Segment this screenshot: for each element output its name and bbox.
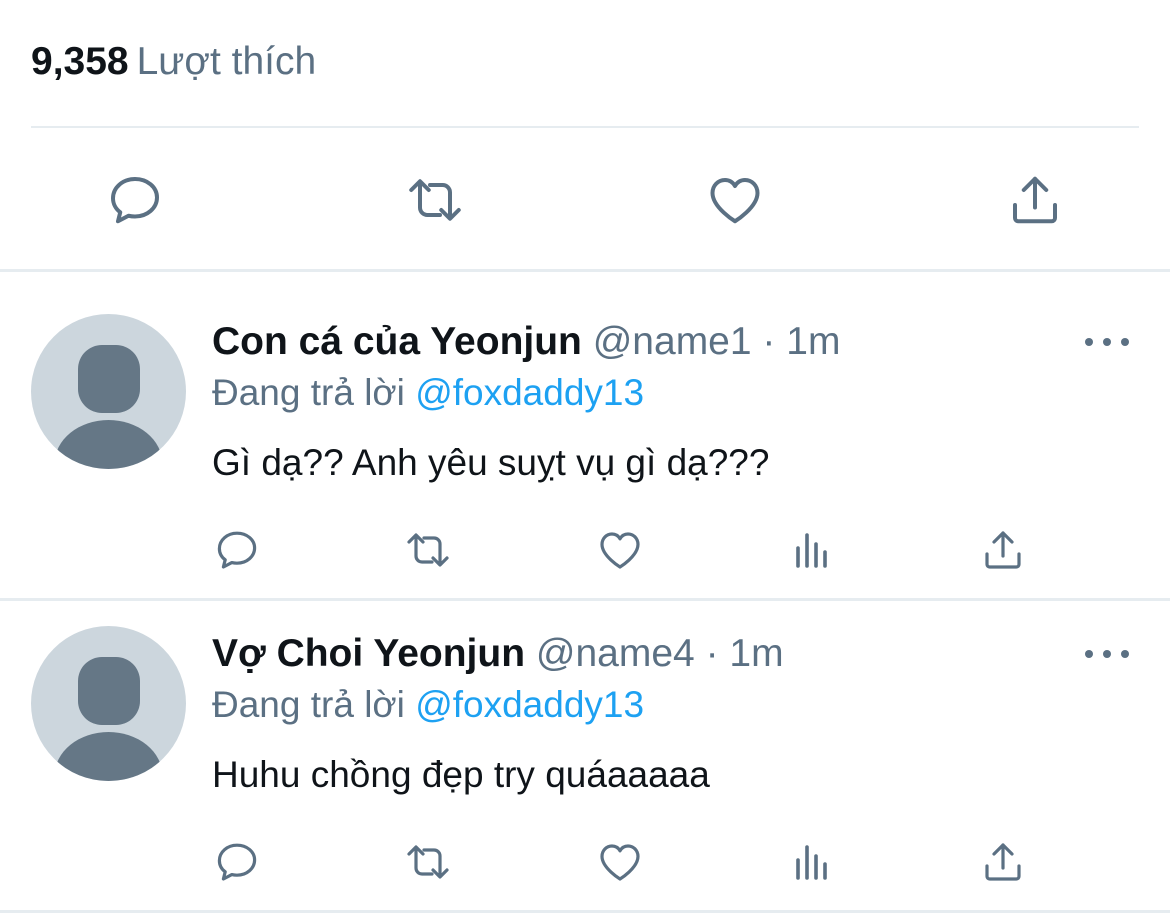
dot bbox=[1085, 650, 1093, 658]
default-profile-icon bbox=[54, 657, 163, 781]
like-icon bbox=[710, 178, 760, 224]
dot bbox=[1121, 338, 1129, 346]
display-name[interactable]: Con cá của Yeonjun bbox=[212, 320, 582, 363]
replying-to: Đang trả lời @foxdaddy13 bbox=[212, 682, 644, 728]
tweet-action-bar bbox=[0, 168, 1170, 232]
replying-to-handle[interactable]: @foxdaddy13 bbox=[415, 372, 644, 413]
share-button[interactable] bbox=[1003, 168, 1067, 232]
reply-icon bbox=[217, 843, 257, 881]
dot bbox=[1103, 338, 1111, 346]
divider bbox=[31, 126, 1139, 128]
display-name[interactable]: Vợ Choi Yeonjun bbox=[212, 632, 525, 675]
like-button[interactable] bbox=[703, 168, 767, 232]
analytics-button[interactable] bbox=[786, 524, 838, 576]
analytics-icon bbox=[796, 533, 827, 568]
reply-button[interactable] bbox=[103, 168, 167, 232]
replying-label: Đang trả lời bbox=[212, 372, 405, 413]
like-icon bbox=[600, 844, 640, 881]
reply-button[interactable] bbox=[211, 836, 263, 888]
analytics-icon bbox=[796, 845, 827, 880]
retweet-icon bbox=[409, 179, 461, 221]
retweet-icon bbox=[407, 845, 449, 879]
share-button[interactable] bbox=[977, 836, 1029, 888]
avatar[interactable] bbox=[31, 314, 186, 469]
username[interactable]: @name4 bbox=[536, 632, 695, 675]
replying-to-handle[interactable]: @foxdaddy13 bbox=[415, 684, 644, 725]
timestamp[interactable]: 1m bbox=[729, 632, 783, 675]
retweet-button[interactable] bbox=[402, 836, 454, 888]
reply-text: Gì dạ?? Anh yêu suỵt vụ gì dạ??? bbox=[212, 442, 770, 483]
share-icon bbox=[985, 531, 1021, 569]
retweet-button[interactable] bbox=[402, 524, 454, 576]
like-button[interactable] bbox=[594, 836, 646, 888]
separator: · bbox=[762, 320, 776, 363]
reply-header: Vợ Choi Yeonjun @name4 · 1m bbox=[212, 631, 784, 677]
likes-summary[interactable]: 9,358 Lượt thích bbox=[31, 38, 316, 86]
separator: · bbox=[705, 632, 719, 675]
analytics-button[interactable] bbox=[786, 836, 838, 888]
divider bbox=[0, 910, 1170, 913]
username[interactable]: @name1 bbox=[593, 320, 752, 363]
reply-button[interactable] bbox=[211, 524, 263, 576]
more-options-button[interactable] bbox=[1085, 644, 1129, 664]
like-button[interactable] bbox=[594, 524, 646, 576]
share-button[interactable] bbox=[977, 524, 1029, 576]
default-profile-icon bbox=[54, 345, 163, 469]
more-options-button[interactable] bbox=[1085, 332, 1129, 352]
timestamp[interactable]: 1m bbox=[786, 320, 840, 363]
dot bbox=[1121, 650, 1129, 658]
likes-label: Lượt thích bbox=[136, 40, 317, 83]
reply-icon bbox=[217, 531, 257, 569]
retweet-icon bbox=[407, 533, 449, 567]
replying-label: Đang trả lời bbox=[212, 684, 405, 725]
dot bbox=[1085, 338, 1093, 346]
reply-icon bbox=[111, 177, 159, 224]
replying-to: Đang trả lời @foxdaddy13 bbox=[212, 370, 644, 416]
share-icon bbox=[1013, 176, 1057, 224]
dot bbox=[1103, 650, 1111, 658]
divider bbox=[0, 598, 1170, 601]
reply-text: Huhu chồng đẹp try quáaaaaa bbox=[212, 754, 710, 795]
reply-header: Con cá của Yeonjun @name1 · 1m bbox=[212, 319, 840, 365]
likes-count: 9,358 bbox=[31, 40, 129, 83]
avatar[interactable] bbox=[31, 626, 186, 781]
divider bbox=[0, 269, 1170, 272]
share-icon bbox=[985, 843, 1021, 881]
like-icon bbox=[600, 532, 640, 569]
retweet-button[interactable] bbox=[403, 168, 467, 232]
